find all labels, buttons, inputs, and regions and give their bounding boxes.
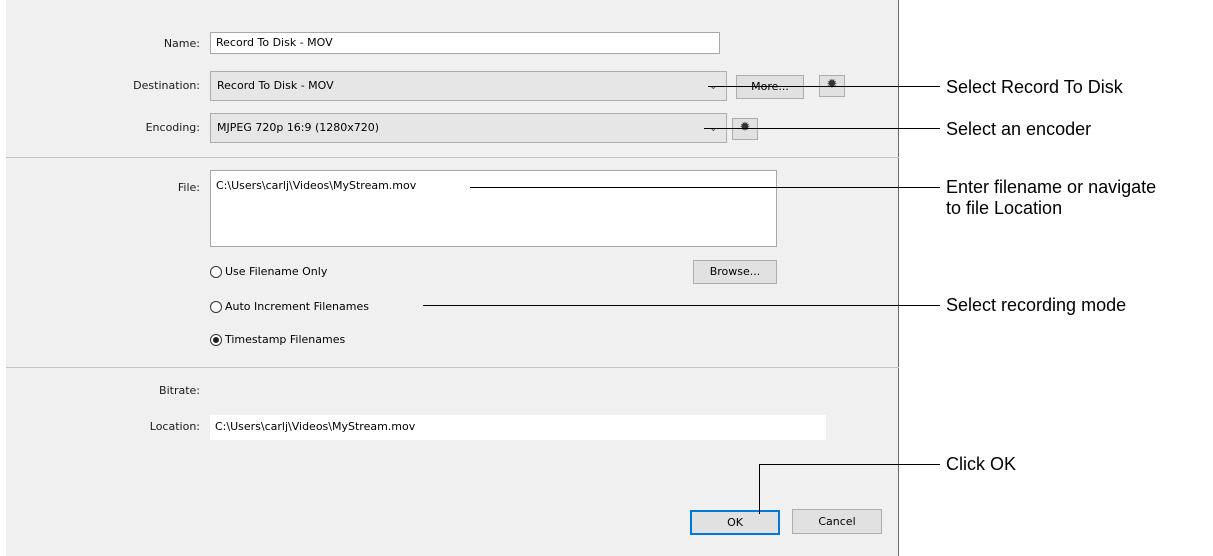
more-button[interactable]: More...: [736, 75, 804, 99]
section-divider: [6, 157, 899, 158]
name-input[interactable]: Record To Disk - MOV: [210, 32, 720, 54]
destination-select[interactable]: Record To Disk - MOV ⌄: [210, 71, 727, 101]
radio-label: Use Filename Only: [225, 265, 328, 278]
callout-encoder: Select an encoder: [946, 119, 1092, 139]
callout-ok: Click OK: [946, 454, 1017, 474]
callout-line-file: [470, 187, 940, 188]
file-label: File:: [177, 181, 200, 194]
callout-file-line2: to file Location: [946, 198, 1063, 218]
callout-line-ok-vertical: [759, 464, 760, 514]
radio-auto-increment-filenames[interactable]: Auto Increment Filenames: [210, 300, 369, 313]
callout-line-destination: [708, 86, 940, 87]
destination-label: Destination:: [133, 79, 200, 92]
record-settings-dialog: Name: Record To Disk - MOV Destination: …: [6, 0, 899, 556]
radio-use-filename-only[interactable]: Use Filename Only: [210, 265, 327, 278]
radio-label: Auto Increment Filenames: [225, 300, 369, 313]
ok-button[interactable]: OK: [690, 510, 780, 535]
encoding-label: Encoding:: [145, 121, 200, 134]
callout-line-ok-horizontal: [759, 464, 940, 465]
browse-button[interactable]: Browse...: [693, 260, 777, 284]
destination-value: Record To Disk - MOV: [217, 79, 334, 92]
location-value: C:\Users\carlj\Videos\MyStream.mov: [210, 415, 826, 440]
name-label: Name:: [163, 37, 200, 50]
encoding-value: MJPEG 720p 16:9 (1280x720): [217, 121, 380, 134]
encoder-settings-gear-icon[interactable]: ✹: [732, 118, 758, 140]
callout-mode: Select recording mode: [946, 295, 1127, 315]
callout-file-line1: Enter filename or navigate: [946, 177, 1157, 197]
radio-button[interactable]: [210, 300, 222, 313]
radio-button-selected[interactable]: [210, 333, 222, 346]
encoding-select[interactable]: MJPEG 720p 16:9 (1280x720) ⌄: [210, 113, 727, 143]
location-label: Location:: [149, 420, 200, 433]
callout-destination: Select Record To Disk: [946, 77, 1123, 97]
file-path-input[interactable]: C:\Users\carlj\Videos\MyStream.mov: [210, 170, 777, 247]
bitrate-label: Bitrate:: [159, 384, 200, 397]
callout-line-mode: [423, 305, 940, 306]
radio-label: Timestamp Filenames: [225, 333, 346, 346]
radio-button[interactable]: [210, 265, 222, 278]
section-divider: [6, 367, 899, 368]
callout-line-encoder: [704, 128, 940, 129]
cancel-button[interactable]: Cancel: [792, 509, 882, 534]
radio-timestamp-filenames[interactable]: Timestamp Filenames: [210, 333, 345, 346]
